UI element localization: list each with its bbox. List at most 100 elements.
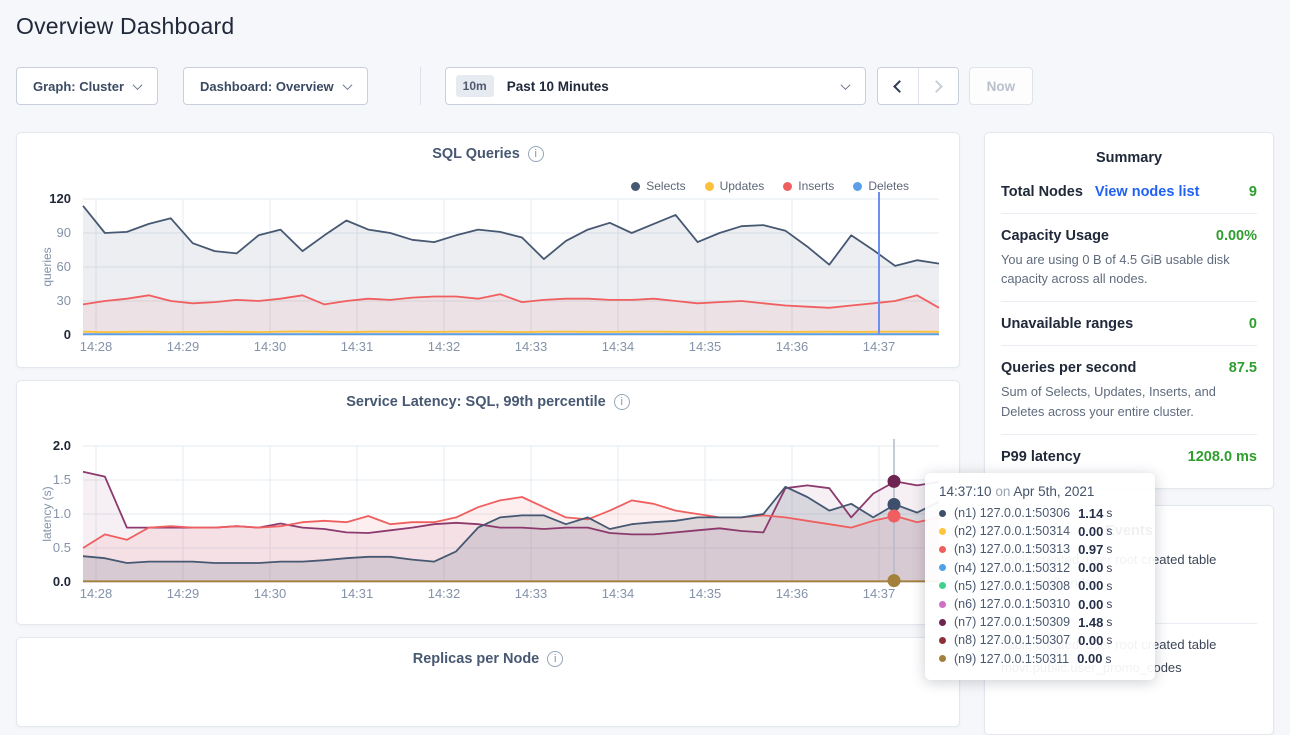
latency-unit: s [1106,561,1112,575]
y-tick-label: 90 [57,225,71,240]
legend-item-selects[interactable]: Selects [631,179,685,193]
tooltip-node-row: (n7) 127.0.0.1:503091.48s [939,613,1141,631]
dashboard-controls: Graph: Cluster Dashboard: Overview 10m P… [16,67,1033,105]
node-series-dot [939,637,946,644]
replicas-per-node-chart-title: Replicas per Node [413,651,540,667]
summary-row-value: 9 [1249,184,1257,200]
latency-unit: s [1106,506,1112,520]
node-address: (n9) 127.0.0.1:50311 [954,652,1069,666]
info-icon[interactable] [547,651,563,667]
summary-row-label: Capacity Usage [1001,228,1109,244]
x-tick-label: 14:37 [849,339,909,354]
node-latency-value: 0.00 [1078,524,1103,539]
y-tick-label: 2.0 [53,438,71,453]
tooltip-node-row: (n6) 127.0.0.1:503100.00s [939,595,1141,613]
summary-row: Capacity Usage0.00%You are using 0 B of … [1001,214,1257,302]
overview-dashboard-page: Overview Dashboard Graph: Cluster Dashbo… [0,0,1290,689]
sql-queries-plot-area[interactable] [83,199,939,335]
x-tick-label: 14:29 [153,586,213,601]
node-latency-value: 0.00 [1078,633,1103,648]
graph-selector-dropdown[interactable]: Graph: Cluster [16,67,158,105]
node-address: (n7) 127.0.0.1:50309 [954,615,1070,629]
summary-row-label: Queries per second [1001,360,1136,376]
sql-queries-y-axis: 0306090120 [31,199,75,335]
y-tick-label: 1.0 [53,506,71,521]
node-series-dot [939,546,946,553]
time-back-button[interactable] [878,68,918,104]
latency-unit: s [1106,524,1112,538]
sql-queries-x-axis: 14:2814:2914:3014:3114:3214:3314:3414:35… [83,339,939,355]
latency-unit: s [1106,633,1112,647]
node-address: (n3) 127.0.0.1:50313 [954,542,1070,556]
latency-unit: s [1106,579,1112,593]
y-tick-label: 30 [57,293,71,308]
summary-row: Queries per second87.5Sum of Selects, Up… [1001,346,1257,434]
summary-row: Unavailable ranges 0 [1001,302,1257,346]
time-range-label: Past 10 Minutes [507,79,609,94]
node-latency-value: 0.00 [1078,578,1103,593]
now-button[interactable]: Now [969,67,1034,105]
chevron-down-icon [133,80,143,90]
info-icon[interactable] [528,146,544,162]
sql-queries-legend: Selects Updates Inserts Deletes [631,179,909,193]
summary-panel: Summary Total NodesView nodes list9Capac… [984,132,1274,489]
tooltip-node-rows: (n1) 127.0.0.1:503061.14s(n2) 127.0.0.1:… [939,504,1141,668]
node-latency-value: 0.00 [1078,597,1103,612]
summary-row-value: 0.00% [1216,228,1257,244]
latency-unit: s [1105,652,1111,666]
summary-row: P99 latency1208.0 ms [1001,435,1257,478]
summary-row-label: Unavailable ranges [1001,316,1133,332]
node-address: (n6) 127.0.0.1:50310 [954,597,1070,611]
legend-label: Updates [720,179,765,193]
x-tick-label: 14:28 [66,339,126,354]
view-nodes-list-link[interactable]: View nodes list [1095,184,1200,200]
x-tick-label: 14:30 [240,586,300,601]
legend-item-updates[interactable]: Updates [705,179,765,193]
tooltip-node-row: (n3) 127.0.0.1:503130.97s [939,540,1141,558]
chevron-left-icon [893,80,906,93]
tooltip-timestamp: 14:37:10 on Apr 5th, 2021 [939,484,1141,499]
tooltip-node-row: (n5) 127.0.0.1:503080.00s [939,577,1141,595]
tooltip-node-row: (n9) 127.0.0.1:503110.00s [939,650,1141,668]
legend-item-deletes[interactable]: Deletes [853,179,909,193]
summary-title: Summary [985,133,1273,166]
tooltip-node-row: (n1) 127.0.0.1:503061.14s [939,504,1141,522]
y-tick-label: 1.5 [53,472,71,487]
node-latency-value: 0.97 [1078,542,1103,557]
latency-unit: s [1106,615,1112,629]
chart-hover-tooltip: 14:37:10 on Apr 5th, 2021 (n1) 127.0.0.1… [925,473,1155,680]
info-icon[interactable] [614,394,630,410]
x-tick-label: 14:28 [66,586,126,601]
legend-label: Inserts [798,179,834,193]
node-address: (n8) 127.0.0.1:50307 [954,633,1070,647]
x-tick-label: 14:34 [588,339,648,354]
time-range-picker[interactable]: 10m Past 10 Minutes [445,67,866,105]
service-latency-x-axis: 14:2814:2914:3014:3114:3214:3314:3414:35… [83,586,939,602]
summary-row-description: Sum of Selects, Updates, Inserts, and De… [1001,382,1257,420]
tooltip-node-row: (n8) 127.0.0.1:50307 0.00s [939,631,1141,649]
legend-item-inserts[interactable]: Inserts [783,179,834,193]
chevron-down-icon [840,80,850,90]
node-series-dot [939,564,946,571]
node-series-dot [939,510,946,517]
summary-row: Total NodesView nodes list9 [1001,170,1257,214]
x-tick-label: 14:32 [414,339,474,354]
summary-row-value: 0 [1249,316,1257,332]
time-forward-button[interactable] [918,68,958,104]
dashboard-selector-dropdown[interactable]: Dashboard: Overview [183,67,368,105]
x-tick-label: 14:35 [675,339,735,354]
service-latency-y-axis: 0.00.51.01.52.0 [31,446,75,582]
legend-dot [631,182,640,191]
service-latency-plot-area[interactable] [83,446,939,582]
controls-divider [420,67,421,105]
node-address: (n4) 127.0.0.1:50312 [954,561,1070,575]
x-tick-label: 14:34 [588,586,648,601]
node-address: (n1) 127.0.0.1:50306 [954,506,1070,520]
legend-dot [783,182,792,191]
x-tick-label: 14:29 [153,339,213,354]
sql-queries-chart-card: SQL Queries Selects Updates Inserts Deletes… [16,132,960,368]
x-tick-label: 14:35 [675,586,735,601]
x-tick-label: 14:31 [327,339,387,354]
x-tick-label: 14:33 [501,339,561,354]
sql-queries-chart-title: SQL Queries [432,146,520,162]
